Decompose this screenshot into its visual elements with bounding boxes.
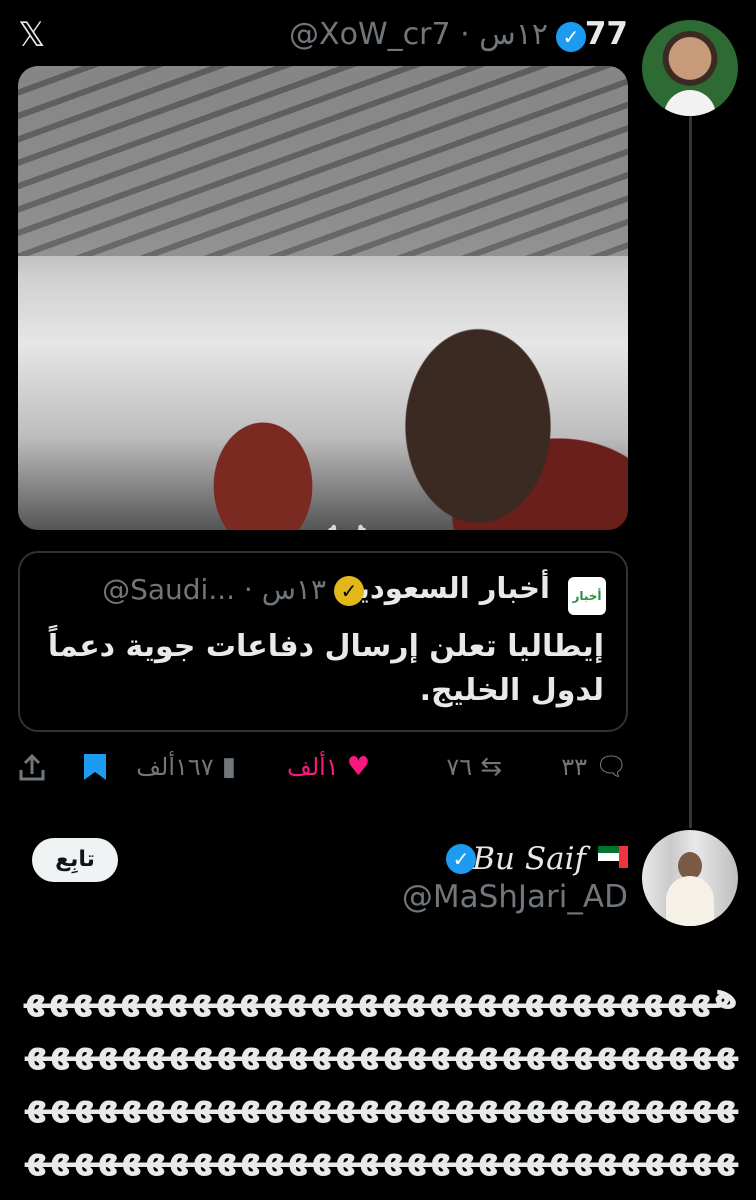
- follow-button[interactable]: تابِع: [32, 838, 118, 882]
- reply-body-text: هههههههههههههههههههههههههههههههههههههههه…: [23, 976, 739, 1200]
- verified-badge-icon: ✓: [556, 22, 586, 52]
- reply-button[interactable]: ٣٣ 🗨: [561, 752, 628, 782]
- like-button[interactable]: ١ألف ♥: [287, 752, 370, 782]
- retweet-button[interactable]: ٧٦ ⇆: [446, 752, 502, 782]
- x-logo-icon[interactable]: 𝕏: [18, 18, 52, 52]
- like-count: ١ألف: [286, 753, 339, 781]
- share-button[interactable]: [18, 752, 48, 782]
- bar-chart-icon: ▮: [221, 752, 236, 782]
- quoted-tweet[interactable]: أخبار أخبار السعودية ✓ @Saudi... · ١٣س إ…: [18, 551, 628, 732]
- heart-icon: ♥: [346, 752, 370, 782]
- skull-emoji: ☠️: [326, 524, 368, 530]
- bookmark-button[interactable]: [82, 752, 110, 782]
- tweet-handle-time[interactable]: @XoW_cr7 · ١٢س: [289, 17, 548, 52]
- quoted-avatar: أخبار: [568, 577, 606, 615]
- reply-count: ٣٣: [561, 753, 587, 781]
- share-icon: [19, 753, 45, 781]
- quoted-author-name: أخبار السعودية: [341, 571, 550, 605]
- reply-author-handle[interactable]: @MaShJari_AD: [402, 879, 628, 915]
- retweet-icon: ⇆: [480, 752, 502, 782]
- views-count: ١٦٧ألف: [136, 753, 214, 781]
- retweet-count: ٧٦: [446, 753, 473, 781]
- views-button[interactable]: ١٦٧ألف ▮: [136, 752, 236, 782]
- video-player[interactable]: ☠️ 🔇: [18, 66, 628, 530]
- gold-verified-badge-icon: ✓: [334, 576, 364, 606]
- tweet-display-count: 77: [584, 16, 628, 52]
- quoted-text: إيطاليا تعلن إرسال دفاعات جوية دعماً لدو…: [47, 629, 604, 708]
- thread-line: [689, 116, 692, 828]
- avatar[interactable]: [642, 20, 738, 116]
- bookmark-icon: [84, 754, 106, 780]
- verified-badge-icon: ✓: [446, 844, 476, 874]
- reply-avatar[interactable]: [642, 830, 738, 926]
- speech-bubble-icon: 🗨: [594, 752, 628, 782]
- reply-author-name[interactable]: Bu Saif: [472, 841, 586, 877]
- uae-flag-icon: [598, 846, 628, 868]
- quoted-handle-time: @Saudi... · ١٣س: [102, 573, 326, 606]
